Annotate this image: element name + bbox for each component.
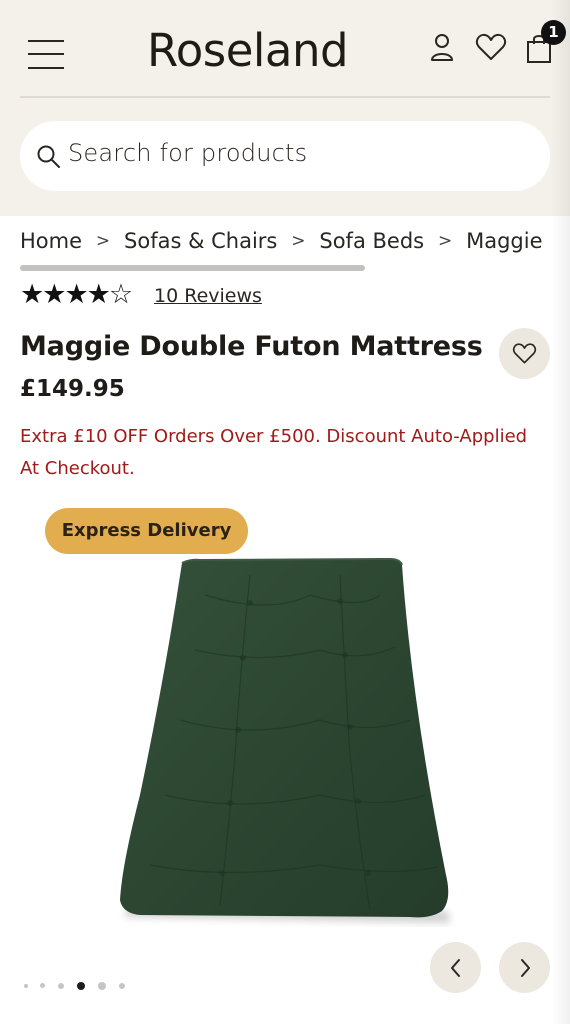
- gallery-pagination: [24, 977, 138, 990]
- star-filled-icon: ★: [86, 279, 111, 310]
- breadcrumb-current: Maggie Double Futon Mattress: [466, 229, 550, 253]
- gallery-next-button[interactable]: [499, 942, 550, 993]
- breadcrumb-scrollbar[interactable]: [20, 265, 365, 271]
- breadcrumb-home[interactable]: Home: [20, 229, 82, 253]
- product-image[interactable]: [110, 555, 460, 930]
- chevron-right-icon: [521, 959, 530, 977]
- site-logo[interactable]: Roseland: [147, 24, 349, 77]
- site-header: Roseland 1 Search for products: [0, 0, 570, 216]
- gallery-dot[interactable]: [40, 983, 45, 989]
- product-title: Maggie Double Futon Mattress: [20, 331, 483, 362]
- breadcrumb-sofa-beds[interactable]: Sofa Beds: [319, 229, 424, 253]
- search-placeholder: Search for products: [68, 139, 308, 167]
- breadcrumb-separator: >: [437, 231, 453, 251]
- header-divider: [20, 96, 550, 98]
- gallery-dot[interactable]: [119, 982, 125, 989]
- gallery-dot-active[interactable]: [77, 981, 85, 990]
- chevron-left-icon: [451, 959, 460, 977]
- gallery-prev-button[interactable]: [430, 942, 481, 993]
- breadcrumb-separator: >: [95, 231, 111, 251]
- breadcrumb: Home > Sofas & Chairs > Sofa Beds > Maggie Dou…: [20, 228, 550, 258]
- heart-icon: [512, 343, 537, 364]
- product-price: £149.95: [20, 376, 125, 402]
- search-input[interactable]: Search for products: [20, 121, 550, 191]
- add-to-wishlist-button[interactable]: [499, 328, 550, 379]
- star-empty-icon: ☆: [108, 279, 134, 310]
- reviews-link[interactable]: 10 Reviews: [154, 285, 262, 307]
- breadcrumb-separator: >: [291, 231, 306, 251]
- account-icon[interactable]: [429, 32, 457, 62]
- star-filled-icon: ★: [20, 279, 45, 310]
- gallery-dot[interactable]: [24, 983, 28, 988]
- wishlist-heart-icon[interactable]: [475, 32, 507, 62]
- promo-message: Extra £10 OFF Orders Over £500. Discount…: [20, 426, 528, 479]
- rating-stars: ★★★★☆: [20, 279, 134, 310]
- futon-mattress-image: [120, 557, 450, 923]
- gallery-dot[interactable]: [98, 981, 106, 990]
- star-filled-icon: ★: [64, 279, 89, 310]
- express-delivery-badge: Express Delivery: [45, 508, 248, 554]
- menu-button[interactable]: [28, 36, 66, 72]
- gallery-dot[interactable]: [58, 982, 64, 989]
- page-edge-shadow: [551, 0, 570, 1024]
- search-icon: [37, 145, 60, 168]
- star-filled-icon: ★: [42, 279, 67, 310]
- breadcrumb-sofas-chairs[interactable]: Sofas & Chairs: [124, 229, 277, 253]
